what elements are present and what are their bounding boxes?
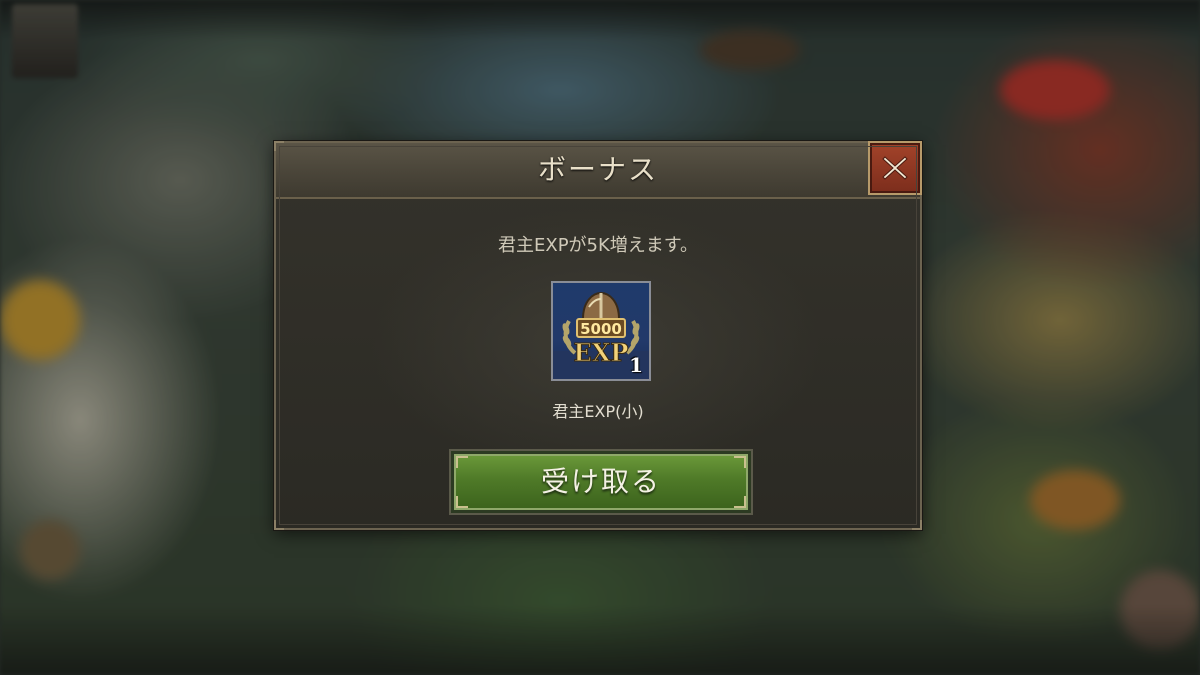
- frame-corner: [274, 520, 284, 530]
- badge-value: 5000: [580, 320, 622, 338]
- reward-item-slot[interactable]: 5000 EXP 1: [551, 281, 651, 381]
- badge-text: EXP: [574, 338, 629, 367]
- bonus-dialog: ボーナス 君主EXPが5K増えます。 5000 EXP 1 君主EXP(小) 受…: [274, 141, 922, 530]
- dialog-header: ボーナス: [276, 143, 920, 199]
- item-count: 1: [629, 353, 643, 377]
- receive-button-label: 受け取る: [540, 465, 661, 498]
- frame-corner: [912, 520, 922, 530]
- close-icon: [882, 156, 908, 180]
- dialog-title: ボーナス: [537, 153, 658, 186]
- item-name: 君主EXP(小): [552, 402, 644, 421]
- receive-button[interactable]: 受け取る: [451, 451, 751, 513]
- close-button[interactable]: [868, 141, 922, 195]
- bonus-message: 君主EXPが5K増えます。: [497, 235, 698, 256]
